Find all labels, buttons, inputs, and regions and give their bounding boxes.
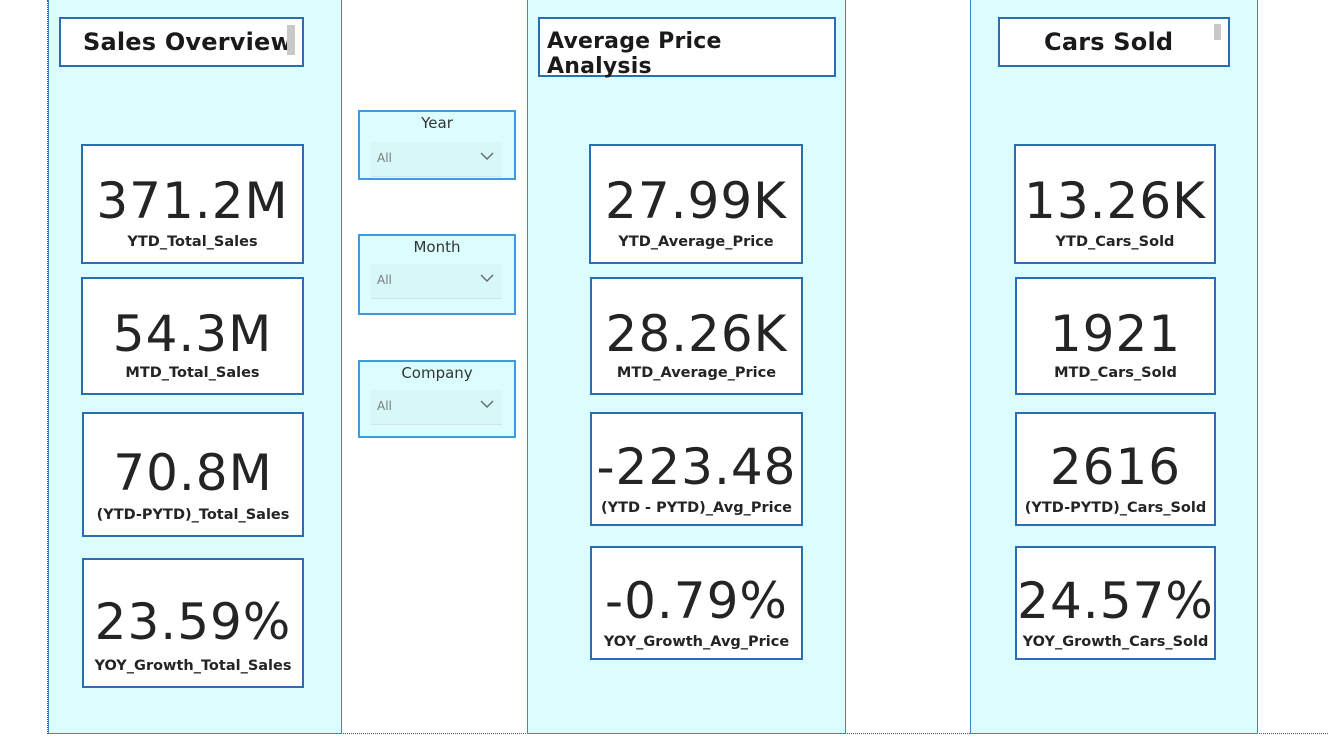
cars-sold-title: Cars Sold — [998, 17, 1230, 67]
month-dropdown[interactable]: All — [371, 264, 502, 299]
kpi-label: YOY_Growth_Avg_Price — [603, 634, 790, 650]
kpi-card-mtd-cars-sold[interactable]: 1921 MTD_Cars_Sold — [1015, 277, 1216, 395]
kpi-label: MTD_Total_Sales — [125, 365, 260, 381]
kpi-value: 70.8M — [113, 444, 273, 502]
slicer-month: Month All — [358, 234, 516, 315]
chevron-down-icon — [480, 152, 494, 160]
kpi-value: 54.3M — [112, 305, 273, 363]
slicer-title: Month — [413, 238, 461, 256]
kpi-card-ytd-average-price[interactable]: 27.99K YTD_Average_Price — [589, 144, 803, 264]
slicer-year: Year All — [358, 110, 516, 180]
kpi-card-mtd-average-price[interactable]: 28.26K MTD_Average_Price — [590, 277, 803, 395]
kpi-label: YTD_Cars_Sold — [1055, 234, 1175, 250]
dropdown-value: All — [377, 151, 392, 165]
kpi-label: (YTD-PYTD)_Cars_Sold — [1024, 500, 1207, 516]
chevron-down-icon — [480, 274, 494, 282]
slicer-company: Company All — [358, 360, 516, 438]
kpi-label: YTD_Total_Sales — [127, 234, 258, 250]
sales-overview-title: Sales Overview — [59, 17, 304, 67]
sales-overview-scrollbar[interactable] — [287, 25, 295, 55]
dropdown-value: All — [377, 273, 392, 287]
kpi-label: MTD_Cars_Sold — [1054, 365, 1177, 381]
kpi-value: 24.57% — [1017, 572, 1214, 630]
cars-sold-scrollbar[interactable] — [1214, 24, 1221, 40]
kpi-value: 371.2M — [96, 172, 289, 230]
kpi-value: 1921 — [1049, 305, 1182, 363]
kpi-value: 28.26K — [605, 305, 788, 363]
kpi-card-yoy-growth-cars-sold[interactable]: 24.57% YOY_Growth_Cars_Sold — [1015, 546, 1216, 660]
company-dropdown[interactable]: All — [371, 390, 502, 425]
kpi-label: YOY_Growth_Total_Sales — [94, 658, 292, 674]
kpi-label: YTD_Average_Price — [618, 234, 774, 250]
cars-sold-title-text: Cars Sold — [1044, 28, 1174, 56]
year-dropdown[interactable]: All — [371, 142, 502, 177]
average-price-title-text: Average Price Analysis — [547, 29, 722, 79]
kpi-value: 2616 — [1049, 438, 1182, 496]
kpi-value: -0.79% — [605, 572, 788, 630]
kpi-value: 13.26K — [1024, 172, 1206, 230]
kpi-label: (YTD-PYTD)_Total_Sales — [96, 507, 290, 523]
kpi-card-mtd-total-sales[interactable]: 54.3M MTD_Total_Sales — [81, 277, 304, 395]
kpi-label: YOY_Growth_Cars_Sold — [1022, 634, 1209, 650]
slicer-title: Company — [401, 364, 473, 382]
kpi-card-yoy-growth-total-sales[interactable]: 23.59% YOY_Growth_Total_Sales — [82, 558, 304, 688]
kpi-card-ytd-pytd-cars-sold[interactable]: 2616 (YTD-PYTD)_Cars_Sold — [1015, 412, 1216, 526]
kpi-card-ytd-pytd-total-sales[interactable]: 70.8M (YTD-PYTD)_Total_Sales — [82, 412, 304, 537]
chevron-down-icon — [480, 400, 494, 408]
kpi-card-ytd-cars-sold[interactable]: 13.26K YTD_Cars_Sold — [1014, 144, 1216, 264]
kpi-label: (YTD - PYTD)_Avg_Price — [600, 500, 793, 516]
average-price-title: Average Price Analysis — [538, 17, 836, 79]
kpi-card-ytd-total-sales[interactable]: 371.2M YTD_Total_Sales — [81, 144, 304, 264]
kpi-value: -223.48 — [596, 438, 797, 496]
sales-overview-title-text: Sales Overview — [83, 28, 293, 56]
kpi-value: 27.99K — [605, 172, 787, 230]
kpi-label: MTD_Average_Price — [616, 365, 777, 381]
dropdown-value: All — [377, 399, 392, 413]
kpi-card-yoy-growth-avg-price[interactable]: -0.79% YOY_Growth_Avg_Price — [590, 546, 803, 660]
kpi-value: 23.59% — [94, 593, 292, 651]
kpi-card-ytd-pytd-avg-price[interactable]: -223.48 (YTD - PYTD)_Avg_Price — [590, 412, 803, 526]
slicer-title: Year — [421, 114, 453, 132]
